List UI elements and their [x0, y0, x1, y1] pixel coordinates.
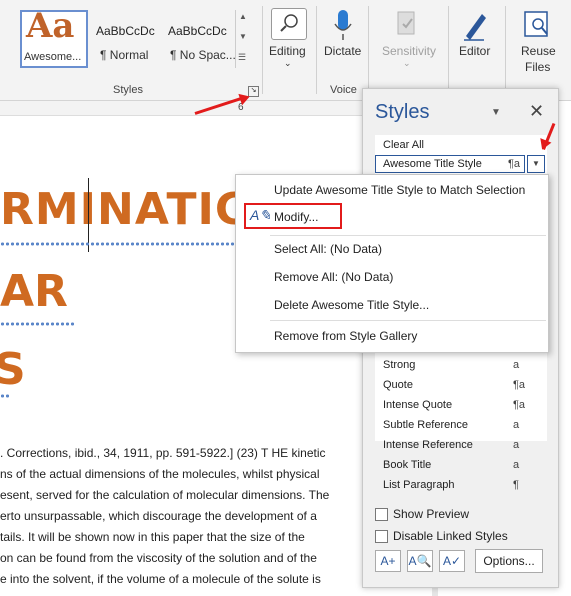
body-line-2: ns of the actual dimensions of the molec… — [0, 467, 320, 481]
style-item-book-title[interactable]: Book Title — [383, 459, 431, 471]
divider — [316, 6, 317, 94]
paragraph-style-icon: ¶ — [513, 479, 519, 491]
new-style-icon: A+ — [380, 554, 396, 568]
body-line-4: erto unsurpassable, which discourage the… — [0, 509, 317, 523]
dictate-label: Dictate — [324, 44, 362, 58]
style-item-intense-quote[interactable]: Intense Quote — [383, 399, 452, 411]
heading-line-1: RMINATIC — [0, 184, 249, 235]
text-cursor — [88, 178, 89, 252]
reuse-files-button[interactable] — [522, 8, 552, 40]
editor-pen-icon — [464, 14, 486, 41]
style-inspector-icon: A🔍 — [408, 554, 432, 568]
heading-line-3: S — [0, 344, 26, 395]
chevron-down-icon: ⌄ — [284, 58, 292, 68]
heading-underline — [0, 242, 250, 246]
selected-style-item[interactable]: Awesome Title Style ¶a — [375, 155, 525, 173]
chevron-down-icon: ⌄ — [403, 58, 411, 68]
heading-underline — [0, 322, 74, 326]
body-line-6: on can be found from the viscosity of th… — [0, 551, 317, 565]
style-preview-awesome: Aa — [26, 6, 75, 46]
divider — [505, 6, 506, 94]
style-context-menu: Update Awesome Title Style to Match Sele… — [235, 174, 549, 353]
menu-item-update-style[interactable]: Update Awesome Title Style to Match Sele… — [274, 183, 525, 197]
show-preview-checkbox[interactable] — [375, 508, 388, 521]
menu-item-select-all[interactable]: Select All: (No Data) — [274, 242, 382, 256]
divider — [368, 6, 369, 94]
char-style-icon: a — [513, 439, 520, 451]
style-item-quote[interactable]: Quote — [383, 379, 413, 391]
chevron-down-icon[interactable]: ▼ — [239, 32, 247, 41]
style-item-list-paragraph[interactable]: List Paragraph — [383, 479, 455, 491]
clear-all-item[interactable]: Clear All — [383, 139, 424, 151]
linked-style-icon: ¶a — [513, 399, 526, 411]
editor-label: Editor — [459, 44, 491, 58]
group-label-styles: Styles — [113, 84, 143, 96]
close-icon[interactable]: ✕ — [529, 101, 544, 122]
divider — [448, 6, 449, 94]
editing-button[interactable] — [271, 8, 307, 40]
style-gallery-awesome-title[interactable]: Aa Awesome... — [20, 6, 88, 68]
menu-item-remove-all[interactable]: Remove All: (No Data) — [274, 270, 393, 284]
heading-line-2: AR — [0, 266, 68, 317]
body-line-7: e into the solvent, if the volume of a m… — [0, 572, 321, 586]
modify-style-icon: A✎ — [250, 207, 272, 223]
divider — [262, 6, 263, 94]
disable-linked-styles-checkbox[interactable] — [375, 530, 388, 543]
gallery-scroll[interactable]: ▲ ▼ ☰ — [235, 10, 250, 68]
selected-style-name: Awesome Title Style — [383, 158, 482, 170]
menu-separator — [270, 235, 546, 236]
editor-button[interactable] — [460, 8, 490, 42]
style-item-strong[interactable]: Strong — [383, 359, 415, 371]
style-dropdown-arrow[interactable]: ▼ — [527, 155, 545, 173]
paragraph-char-icon: ¶a — [508, 158, 521, 170]
body-line-3: esent, served for the calculation of mol… — [0, 488, 330, 502]
menu-item-modify[interactable]: Modify... — [274, 210, 318, 224]
char-style-icon: a — [513, 419, 520, 431]
group-label-voice: Voice — [330, 84, 357, 96]
sensitivity-icon — [397, 11, 415, 35]
sensitivity-button[interactable] — [395, 10, 419, 40]
body-line-5: tails. It will be shown now in this pape… — [0, 530, 305, 544]
style-item-subtle-reference[interactable]: Subtle Reference — [383, 419, 468, 431]
pane-options-chevron-icon[interactable]: ▼ — [491, 107, 501, 118]
dictate-button[interactable] — [333, 8, 353, 42]
style-gallery-no-spacing[interactable]: AaBbCcDc ¶ No Spac... — [166, 10, 236, 68]
linked-style-icon: ¶a — [513, 379, 526, 391]
more-styles-icon[interactable]: ☰ — [238, 52, 246, 63]
microphone-icon — [334, 10, 352, 40]
style-preview-no-spacing: AaBbCcDc — [168, 24, 227, 38]
char-style-icon: a — [513, 359, 520, 371]
new-style-button[interactable]: A+ — [375, 550, 401, 572]
style-gallery-normal[interactable]: AaBbCcDc ¶ Normal — [94, 10, 164, 68]
chevron-up-icon[interactable]: ▲ — [239, 12, 247, 21]
style-caption-normal: ¶ Normal — [100, 48, 149, 62]
show-preview-label: Show Preview — [393, 507, 470, 521]
style-caption-awesome: Awesome... — [24, 51, 82, 63]
reuse-files-label-2: Files — [525, 60, 551, 74]
style-caption-no-spacing: ¶ No Spac... — [170, 48, 236, 62]
manage-styles-icon: A✓ — [442, 554, 462, 568]
body-line-1: . Corrections, ibid., 34, 1911, pp. 591-… — [0, 446, 326, 460]
editing-label: Editing — [269, 44, 306, 58]
heading-underline — [0, 394, 10, 398]
menu-item-remove-from-gallery[interactable]: Remove from Style Gallery — [274, 329, 417, 343]
reuse-files-label-1: Reuse — [521, 44, 556, 58]
sensitivity-label: Sensitivity — [382, 44, 437, 58]
style-item-intense-reference[interactable]: Intense Reference — [383, 439, 473, 451]
disable-linked-styles-label: Disable Linked Styles — [393, 529, 508, 543]
style-preview-normal: AaBbCcDc — [96, 24, 155, 38]
style-inspector-button[interactable]: A🔍 — [407, 550, 433, 572]
ribbon: Aa Awesome... AaBbCcDc ¶ Normal AaBbCcDc… — [0, 0, 571, 101]
menu-separator — [270, 320, 546, 321]
magnifier-icon — [280, 14, 298, 32]
menu-item-delete-style[interactable]: Delete Awesome Title Style... — [274, 298, 429, 312]
manage-styles-button[interactable]: A✓ — [439, 550, 465, 572]
styles-pane-title: Styles — [375, 101, 430, 123]
char-style-icon: a — [513, 459, 520, 471]
reuse-files-icon — [524, 11, 548, 37]
options-button[interactable]: Options... — [475, 549, 543, 573]
